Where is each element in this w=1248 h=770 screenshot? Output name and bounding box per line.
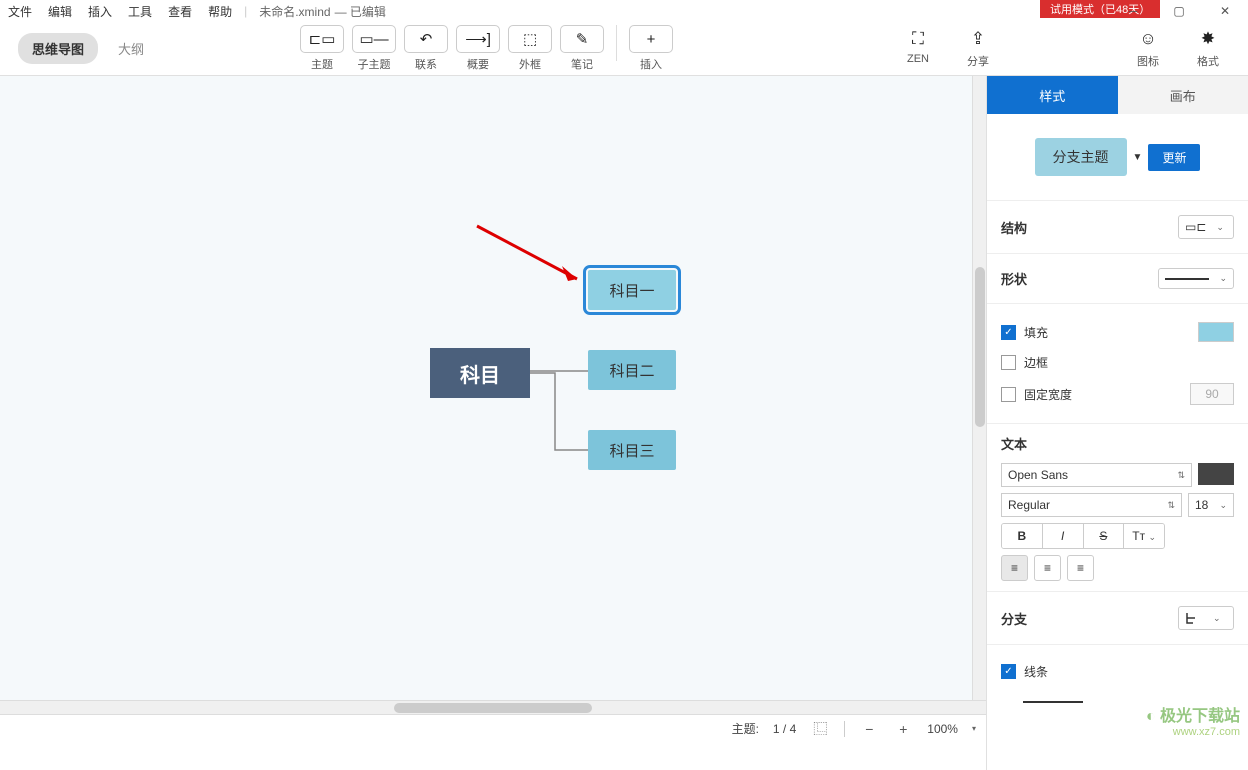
font-weight-select[interactable]: Regular ⇅	[1001, 493, 1182, 517]
window-close-button[interactable]: ✕	[1202, 0, 1248, 22]
tool-icons[interactable]: ☺ 图标	[1128, 28, 1168, 69]
text-case-button[interactable]: Tᴛ ⌄	[1124, 524, 1164, 548]
align-center-button[interactable]: ≡	[1034, 555, 1061, 581]
fixed-width-checkbox[interactable]	[1001, 387, 1016, 402]
shape-select[interactable]: ⌄	[1158, 268, 1234, 289]
tool-notes[interactable]: ✎ 笔记	[560, 25, 604, 72]
chevron-down-icon: ⌄	[1219, 500, 1227, 511]
format-panel: 样式 画布 分支主题 ▼ 更新 结构 ▭⊏ ⌄ 形状 ⌄ ✓ 填充 边框	[986, 76, 1248, 770]
zoom-out-button[interactable]: −	[859, 721, 879, 737]
map-icon[interactable]: ⿺	[810, 719, 830, 739]
chevron-down-icon: ⌄	[1219, 273, 1227, 284]
canvas[interactable]: path d="M0 87 L25 87 L25 4 L58 4" /> 科目 …	[0, 76, 986, 742]
zen-icon: ⛶	[898, 28, 938, 50]
structure-label: 结构	[1001, 218, 1027, 237]
window-minimize-button[interactable]: ─	[1110, 0, 1156, 22]
font-family-select[interactable]: Open Sans ⇅	[1001, 463, 1192, 487]
vertical-scrollbar[interactable]	[972, 76, 986, 714]
text-heading: 文本	[987, 424, 1248, 459]
chevron-down-icon: ⌄	[1216, 222, 1224, 233]
topic-type-select[interactable]: 分支主题	[1035, 138, 1127, 176]
tool-topic[interactable]: ⊏▭ 主题	[300, 25, 344, 72]
document-state: — 已编辑	[331, 3, 386, 20]
menu-insert[interactable]: 插入	[80, 0, 120, 23]
zoom-in-button[interactable]: +	[893, 721, 913, 737]
document-name: 未命名.xmind	[251, 3, 330, 20]
fixed-width-input[interactable]	[1190, 383, 1234, 405]
boundary-icon: ⬚	[523, 30, 537, 48]
update-button[interactable]: 更新	[1148, 144, 1200, 171]
fill-checkbox[interactable]: ✓	[1001, 325, 1016, 340]
structure-select[interactable]: ▭⊏ ⌄	[1178, 215, 1234, 239]
border-checkbox[interactable]	[1001, 355, 1016, 370]
chevron-down-icon: ⌄	[1213, 613, 1221, 624]
tool-boundary[interactable]: ⬚ 外框	[508, 25, 552, 72]
menu-tools[interactable]: 工具	[120, 0, 160, 23]
smiley-icon: ☺	[1128, 28, 1168, 50]
tool-share[interactable]: ⇪ 分享	[958, 28, 998, 69]
horizontal-scrollbar[interactable]	[0, 700, 986, 714]
subtopic-1[interactable]: 科目一	[588, 270, 676, 310]
align-left-button[interactable]: ≡	[1001, 555, 1028, 581]
fill-label: 填充	[1024, 324, 1048, 341]
menu-file[interactable]: 文件	[0, 0, 40, 23]
central-topic[interactable]: 科目	[430, 348, 530, 398]
share-icon: ⇪	[958, 28, 998, 50]
window-maximize-button[interactable]: ▢	[1156, 0, 1202, 22]
zoom-level[interactable]: 100%	[927, 722, 958, 736]
plus-icon: +	[647, 31, 656, 48]
tab-mindmap[interactable]: 思维导图	[18, 33, 98, 64]
tab-outline[interactable]: 大纲	[104, 33, 158, 64]
branch-select[interactable]: ⌄	[1178, 606, 1234, 630]
relationship-icon: ↶	[420, 30, 433, 48]
status-topic-count: 1 / 4	[773, 722, 796, 736]
tool-zen[interactable]: ⛶ ZEN	[898, 28, 938, 69]
line-preview	[1023, 701, 1083, 703]
subtopic-3[interactable]: 科目三	[588, 430, 676, 470]
notes-icon: ✎	[576, 30, 589, 48]
structure-icon: ▭⊏	[1185, 220, 1206, 234]
subtopic-icon: ▭—	[359, 30, 388, 48]
brush-icon: ✸	[1188, 28, 1228, 50]
branch-icon	[1185, 611, 1203, 625]
border-label: 边框	[1024, 354, 1048, 371]
panel-tab-canvas[interactable]: 画布	[1118, 76, 1248, 114]
menu-edit[interactable]: 编辑	[40, 0, 80, 23]
tool-format[interactable]: ✸ 格式	[1188, 28, 1228, 69]
bold-button[interactable]: B	[1002, 524, 1043, 548]
text-color-swatch[interactable]	[1198, 463, 1234, 485]
updown-icon: ⇅	[1167, 500, 1175, 511]
strikethrough-button[interactable]: S	[1084, 524, 1125, 548]
italic-button[interactable]: I	[1043, 524, 1084, 548]
menu-view[interactable]: 查看	[160, 0, 200, 23]
menu-separator: |	[240, 4, 251, 18]
updown-icon: ⇅	[1177, 470, 1185, 481]
fill-color-swatch[interactable]	[1198, 322, 1234, 342]
status-topic-label: 主题:	[732, 720, 759, 737]
tool-relationship[interactable]: ↶ 联系	[404, 25, 448, 72]
fixed-width-label: 固定宽度	[1024, 386, 1072, 403]
shape-line-icon	[1165, 278, 1209, 280]
topic-icon: ⊏▭	[309, 30, 336, 48]
line-checkbox[interactable]: ✓	[1001, 664, 1016, 679]
chevron-down-icon[interactable]: ▼	[1133, 152, 1143, 163]
branch-label: 分支	[1001, 609, 1027, 628]
menu-help[interactable]: 帮助	[200, 0, 240, 23]
tool-subtopic[interactable]: ▭— 子主题	[352, 25, 396, 72]
line-label: 线条	[1024, 663, 1048, 680]
panel-tab-style[interactable]: 样式	[987, 76, 1118, 114]
subtopic-2[interactable]: 科目二	[588, 350, 676, 390]
tool-insert[interactable]: + 插入	[629, 25, 673, 72]
zoom-dropdown-icon[interactable]: ▾	[972, 724, 976, 733]
tool-summary[interactable]: ⟶] 概要	[456, 25, 500, 72]
align-right-button[interactable]: ≡	[1067, 555, 1094, 581]
status-bar: 主题: 1 / 4 ⿺ − + 100% ▾	[0, 714, 986, 742]
summary-icon: ⟶]	[465, 30, 491, 48]
font-size-select[interactable]: 18 ⌄	[1188, 493, 1234, 517]
shape-label: 形状	[1001, 269, 1027, 288]
